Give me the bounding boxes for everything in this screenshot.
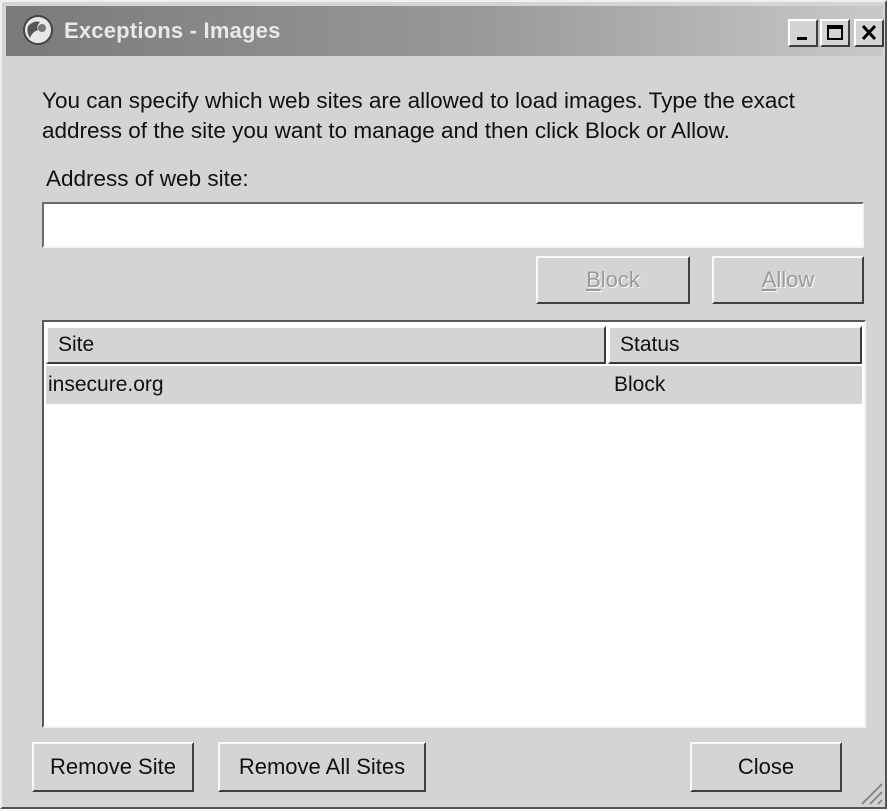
remove-site-button[interactable]: Remove Site xyxy=(32,742,194,792)
intro-line-1: You can specify which web sites are allo… xyxy=(42,88,795,113)
firefox-globe-icon xyxy=(23,15,53,45)
address-label: Address of web site: xyxy=(46,166,249,191)
close-window-button[interactable] xyxy=(854,19,884,47)
minimize-button[interactable] xyxy=(788,19,818,47)
allow-accesskey: A xyxy=(761,267,777,292)
allow-label-rest: llow xyxy=(776,267,815,292)
close-icon xyxy=(861,24,877,41)
title-bar[interactable]: Exceptions - Images xyxy=(6,6,884,56)
resize-grip-icon[interactable] xyxy=(854,776,884,806)
column-header-status[interactable]: Status xyxy=(608,326,862,364)
exceptions-dialog: Exceptions - Images You can specify whic… xyxy=(0,0,887,809)
block-accesskey: B xyxy=(586,267,601,292)
intro-text: You can specify which web sites are allo… xyxy=(42,86,862,146)
column-header-site[interactable]: Site xyxy=(46,326,606,364)
remove-all-sites-button[interactable]: Remove All Sites xyxy=(218,742,426,792)
minimize-icon xyxy=(797,37,807,40)
cell-status: Block xyxy=(614,373,666,396)
sites-list[interactable]: Site Status insecure.org Block xyxy=(42,320,866,728)
block-label-rest: lock xyxy=(600,267,640,292)
close-button[interactable]: Close xyxy=(690,742,842,792)
table-row[interactable]: insecure.org Block xyxy=(46,366,862,404)
window-title: Exceptions - Images xyxy=(64,18,281,43)
block-button[interactable]: Block xyxy=(536,256,690,304)
address-input[interactable] xyxy=(42,202,864,248)
cell-site: insecure.org xyxy=(48,373,164,396)
maximize-button[interactable] xyxy=(820,19,850,47)
intro-line-2: address of the site you want to manage a… xyxy=(42,118,730,143)
maximize-icon xyxy=(827,25,843,40)
allow-button[interactable]: Allow xyxy=(712,256,864,304)
